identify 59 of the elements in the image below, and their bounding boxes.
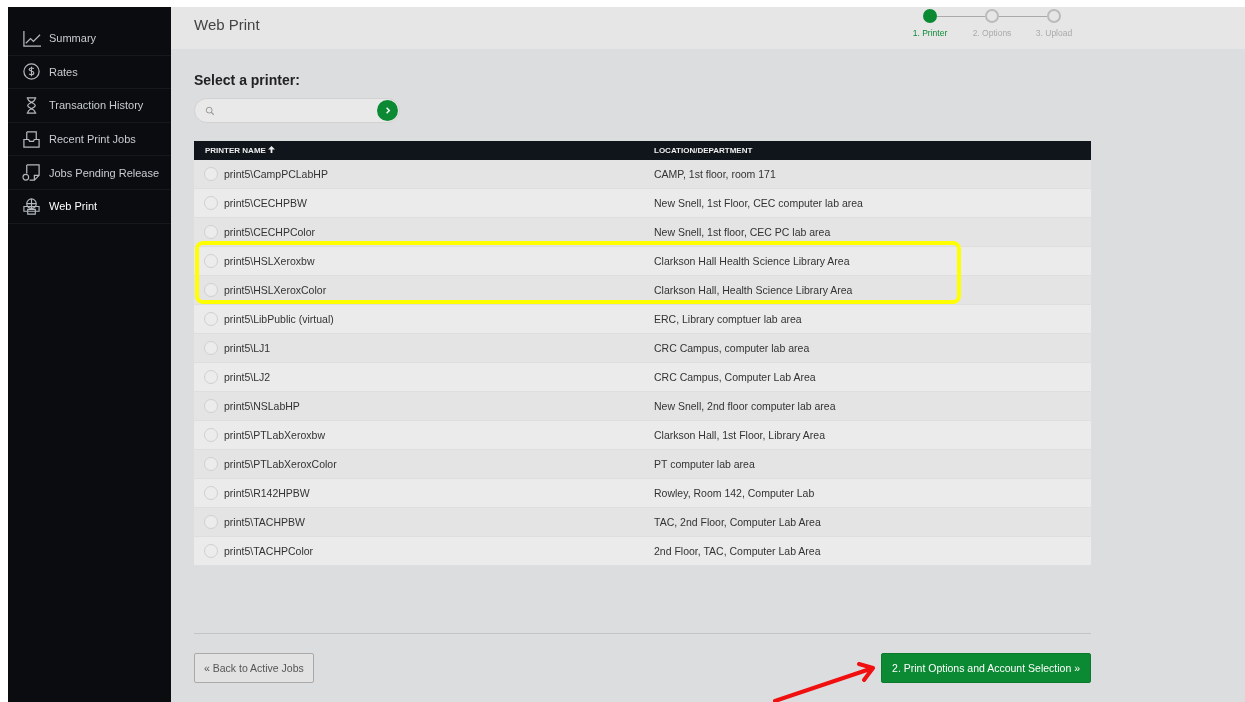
printer-name: print5\PTLabXeroxColor: [224, 458, 337, 470]
printer-icon: [22, 196, 41, 216]
printer-location: Clarkson Hall, Health Science Library Area: [654, 284, 853, 296]
printer-location: CRC Campus, computer lab area: [654, 342, 810, 354]
search-field[interactable]: [194, 98, 400, 123]
column-header[interactable]: LOCATION/DEPARTMENT: [654, 146, 753, 155]
printer-name: print5\CampPCLabHP: [224, 168, 328, 180]
printer-location: TAC, 2nd Floor, Computer Lab Area: [654, 516, 821, 528]
printer-location: Clarkson Hall Health Science Library Area: [654, 255, 850, 267]
printer-location: CAMP, 1st floor, room 171: [654, 168, 776, 180]
sort-arrow-icon: [268, 146, 276, 153]
printer-location: ERC, Library comptuer lab area: [654, 313, 802, 325]
printer-location: CRC Campus, Computer Lab Area: [654, 371, 816, 383]
printer-name: print5\LibPublic (virtual): [224, 313, 334, 325]
printer-name: print5\LJ2: [224, 371, 271, 383]
chevron-icon: [383, 106, 392, 115]
radio-button[interactable]: [204, 428, 218, 442]
column-header[interactable]: PRINTER NAME: [205, 146, 266, 155]
printer-name: print5\HSLXeroxColor: [224, 284, 327, 296]
search-icon: [205, 105, 215, 116]
radio-button[interactable]: [204, 254, 218, 268]
printer-name: print5\LJ1: [224, 342, 271, 354]
radio-button[interactable]: [204, 544, 218, 558]
radio-button[interactable]: [204, 196, 218, 210]
radio-button[interactable]: [204, 283, 218, 297]
radio-button[interactable]: [204, 167, 218, 181]
chart-icon: [22, 28, 41, 48]
printer-name: print5\PTLabXeroxbw: [224, 429, 325, 441]
printer-name: print5\TACHPColor: [224, 545, 314, 557]
printer-location: New Snell, 1st Floor, CEC computer lab area: [654, 197, 863, 209]
printer-name: print5\CECHPColor: [224, 226, 316, 238]
back-button[interactable]: « Back to Active Jobs: [194, 653, 314, 683]
printer-name: print5\HSLXeroxbw: [224, 255, 315, 267]
printer-location: Clarkson Hall, 1st Floor, Library Area: [654, 429, 825, 441]
printer-name: print5\CECHPBW: [224, 197, 307, 209]
pending-icon: [22, 163, 41, 183]
printer-name: print5\TACHPBW: [224, 516, 305, 528]
next-button[interactable]: 2. Print Options and Account Selection »: [881, 653, 1091, 683]
radio-button[interactable]: [204, 457, 218, 471]
printer-name: print5\NSLabHP: [224, 400, 300, 412]
printer-location: Rowley, Room 142, Computer Lab: [654, 487, 815, 499]
printer-location: PT computer lab area: [654, 458, 755, 470]
radio-button[interactable]: [204, 486, 218, 500]
radio-button[interactable]: [204, 312, 218, 326]
radio-button[interactable]: [204, 515, 218, 529]
radio-button[interactable]: [204, 399, 218, 413]
step-label: 1. Printer: [912, 28, 948, 38]
page-title: Web Print: [194, 16, 260, 33]
printer-location: New Snell, 1st floor, CEC PC lab area: [654, 226, 831, 238]
printer-location: New Snell, 2nd floor computer lab area: [654, 400, 836, 412]
radio-button[interactable]: [204, 225, 218, 239]
printer-name: print5\R142HPBW: [224, 487, 310, 499]
radio-button[interactable]: [204, 341, 218, 355]
radio-button[interactable]: [204, 370, 218, 384]
dollar-icon: [22, 62, 41, 82]
printer-location: 2nd Floor, TAC, Computer Lab Area: [654, 545, 821, 557]
section-heading: Select a printer:: [194, 72, 301, 88]
search-go-button[interactable]: [377, 100, 398, 121]
tray-icon: [22, 129, 41, 149]
